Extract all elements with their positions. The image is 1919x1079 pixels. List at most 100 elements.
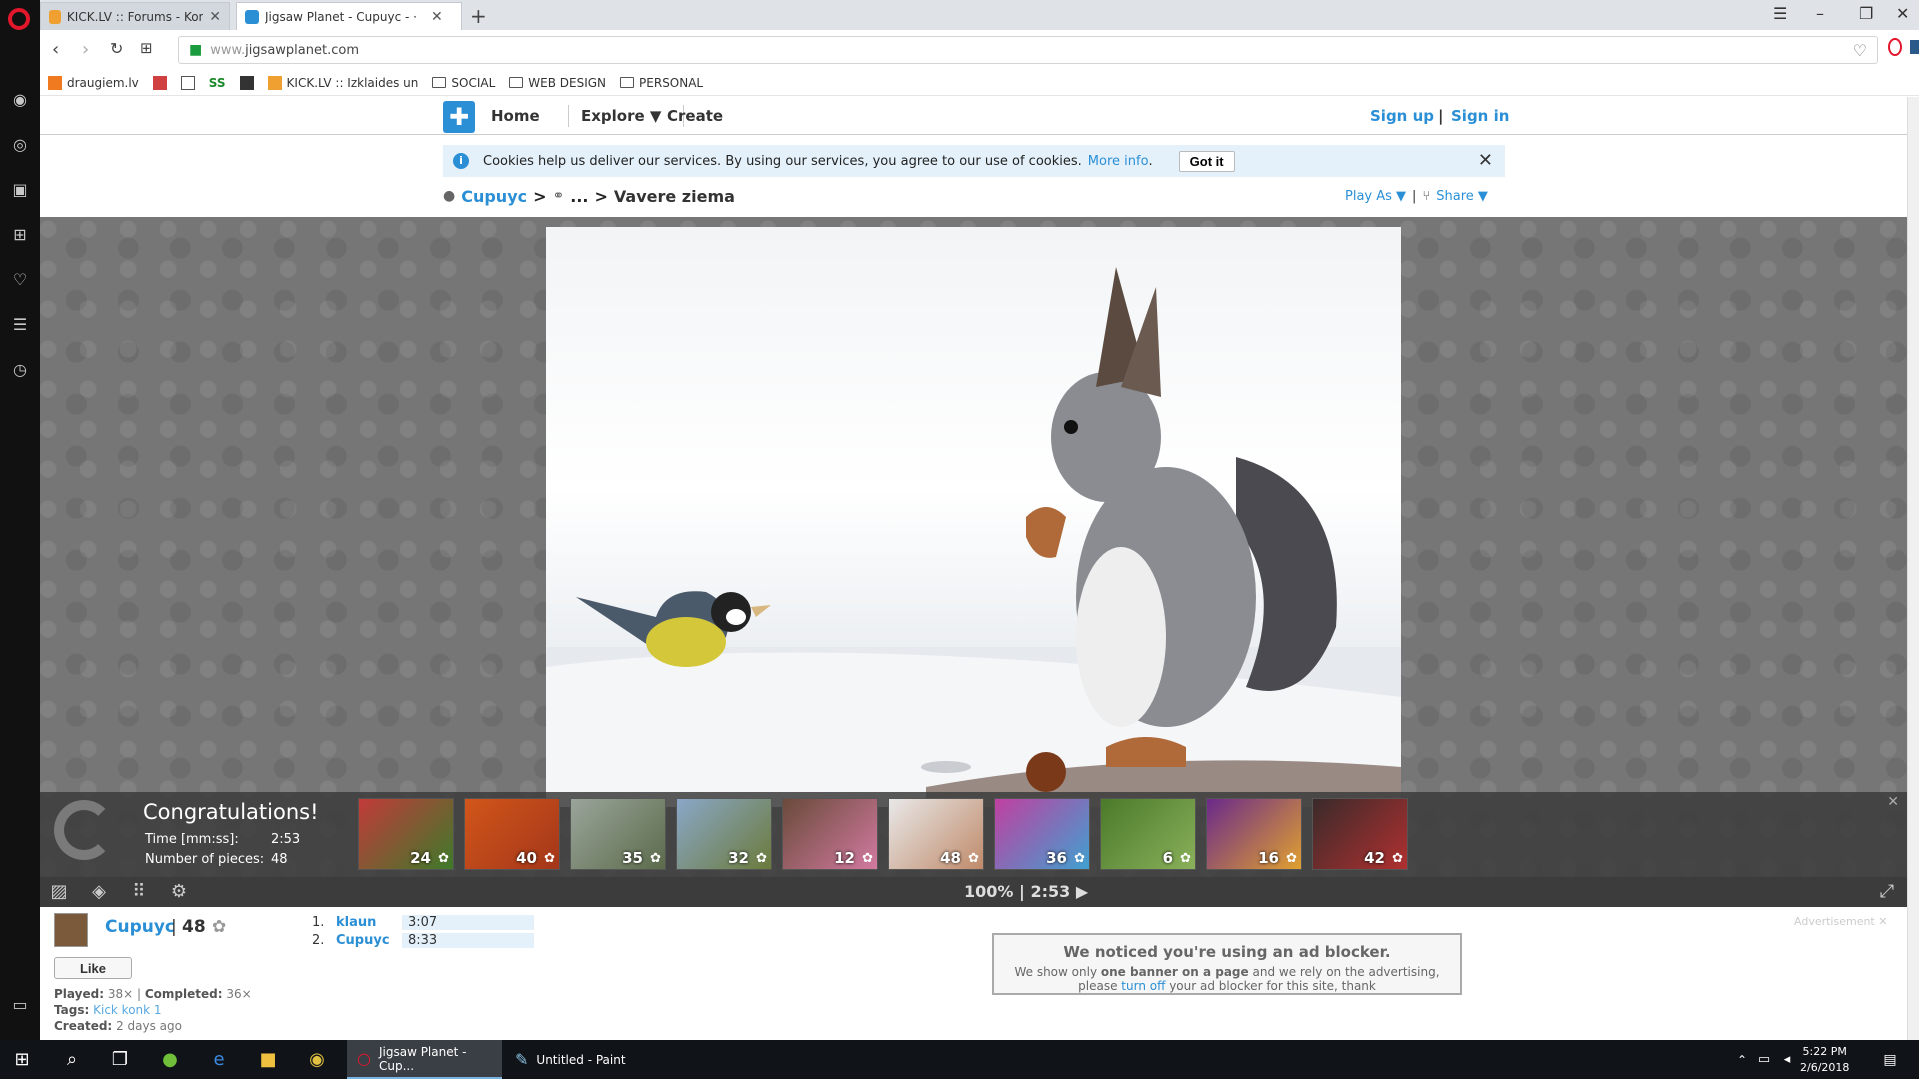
bookmark-ss[interactable]: SS (209, 76, 226, 90)
puzzle-favicon-icon (152, 75, 167, 90)
puzzle-piece-icon: ✿ (968, 851, 979, 866)
play-as-dropdown[interactable]: Play As ▼ (1345, 189, 1406, 204)
owner-link[interactable]: Cupuyc (105, 917, 175, 937)
puzzle-piece-icon: ✿ (650, 851, 661, 866)
url-field[interactable]: ■ www. jigsawplanet.com ♡ (178, 36, 1878, 64)
bookmark-bank[interactable] (239, 75, 254, 90)
windows-start-icon[interactable]: ⊞ (10, 1048, 34, 1072)
bookmark-puzzle[interactable] (152, 75, 167, 90)
fullscreen-icon[interactable]: ⤢ (1876, 881, 1898, 903)
got-it-button[interactable]: Got it (1178, 150, 1235, 172)
puzzle-piece-icon: ✿ (438, 851, 449, 866)
close-icon[interactable]: ✕ (209, 9, 221, 25)
bookmark-folder-web-design[interactable]: WEB DESIGN (509, 76, 606, 90)
suggested-puzzle-thumb[interactable]: 35 ✿ (570, 798, 666, 870)
forward-button[interactable]: › (82, 39, 89, 60)
breadcrumb-user-link[interactable]: Cupuyc (461, 187, 527, 206)
history-icon[interactable]: ◷ (10, 360, 30, 380)
reload-button[interactable]: ↻ (110, 39, 123, 58)
image-preview-icon[interactable]: ▨ (48, 881, 70, 903)
camera-icon[interactable]: ▣ (10, 180, 30, 200)
messenger-icon[interactable]: ◉ (10, 90, 30, 110)
suggested-puzzle-thumb[interactable]: 48 ✿ (888, 798, 984, 870)
opera-extension-icon[interactable] (1888, 38, 1902, 56)
volume-icon[interactable]: ◂ (1775, 1048, 1799, 1072)
ghost-image-icon[interactable]: ◈ (88, 881, 110, 903)
search-icon[interactable]: ⌕ (60, 1048, 84, 1072)
utorrent-icon[interactable]: ● (158, 1048, 182, 1072)
task-view-icon[interactable]: ❐ (108, 1048, 132, 1072)
tab-jigsaw-planet[interactable]: Jigsaw Planet - Cupuyc - · ✕ (236, 2, 462, 30)
nav-create[interactable]: Create (667, 107, 723, 125)
link-icon[interactable]: ⚭ (553, 188, 565, 204)
play-icon[interactable]: ▶ (1076, 882, 1088, 901)
like-button[interactable]: Like (54, 957, 132, 979)
tab-menu-icon[interactable]: ☰ (1773, 4, 1787, 23)
back-button[interactable]: ‹ (52, 39, 59, 60)
speed-dial-icon[interactable]: ⊞ (10, 225, 30, 245)
more-info-link[interactable]: More info (1088, 154, 1149, 169)
turn-off-link[interactable]: turn off (1121, 979, 1165, 993)
opera-logo-icon[interactable] (8, 8, 30, 30)
leaderboard-user-link[interactable]: klaun (336, 915, 402, 930)
close-window-button[interactable]: ✕ (1896, 4, 1909, 23)
tag-link[interactable]: Kick konk 1 (93, 1003, 161, 1017)
avatar[interactable] (54, 913, 88, 947)
arrange-pieces-icon[interactable]: ⠿ (128, 881, 150, 903)
news-icon[interactable]: ☰ (10, 315, 30, 335)
suggested-puzzle-thumb[interactable]: 16 ✿ (1206, 798, 1302, 870)
taskbar-app-paint[interactable]: ✎ Untitled - Paint (505, 1040, 660, 1079)
suggested-puzzle-thumb[interactable]: 36 ✿ (994, 798, 1090, 870)
suggested-puzzle-thumb[interactable]: 24 ✿ (358, 798, 454, 870)
share-icon: ⑂ (1422, 189, 1431, 204)
nav-home[interactable]: Home (491, 107, 540, 125)
whatsapp-icon[interactable]: ◎ (10, 135, 30, 155)
file-explorer-icon[interactable]: ■ (256, 1048, 280, 1072)
settings-gear-icon[interactable]: ⚙ (168, 881, 190, 903)
taskbar-app-opera[interactable]: ○ Jigsaw Planet - Cup... (347, 1040, 502, 1079)
tab-kick-forums[interactable]: KICK.LV :: Forums - Konkur ✕ (40, 2, 230, 30)
show-hidden-icons[interactable]: ⌃ (1730, 1048, 1754, 1072)
sign-in-link[interactable]: Sign in (1451, 107, 1509, 125)
bookmark-folder-personal[interactable]: PERSONAL (620, 76, 703, 90)
opera-icon: ○ (357, 1049, 371, 1068)
pieces-value: 48 (271, 852, 288, 867)
nav-explore[interactable]: Explore ▼ (581, 107, 661, 125)
notifications-icon[interactable]: ▤ (1878, 1048, 1902, 1072)
replay-icon[interactable] (54, 800, 114, 860)
close-icon[interactable]: ✕ (1887, 794, 1899, 810)
jigsaw-planet-logo-icon[interactable]: ✚ (443, 101, 475, 133)
restore-button[interactable]: ❐ (1859, 4, 1873, 23)
new-tab-button[interactable]: + (470, 4, 487, 28)
suggested-puzzle-thumb[interactable]: 32 ✿ (676, 798, 772, 870)
leaderboard-user-link[interactable]: Cupuyc (336, 933, 402, 948)
bookmark-heart-icon[interactable]: ♡ (1853, 41, 1867, 60)
puzzle-board[interactable]: Congratulations! Time [mm:ss]: 2:53 Numb… (40, 217, 1907, 907)
suggested-puzzle-thumb[interactable]: 12 ✿ (782, 798, 878, 870)
puzzle-piece-icon: ✿ (1180, 851, 1191, 866)
share-dropdown[interactable]: Share ▼ (1436, 189, 1488, 204)
breadcrumb-ellipsis[interactable]: ... (570, 187, 588, 206)
minimize-button[interactable]: – (1816, 4, 1824, 23)
suggested-puzzle-thumb[interactable]: 6 ✿ (1100, 798, 1196, 870)
bookmark-kick[interactable]: KICK.LV :: Izklaides un (267, 75, 418, 90)
sign-up-link[interactable]: Sign up (1370, 107, 1434, 125)
close-icon[interactable]: ✕ (1478, 150, 1493, 171)
site-header: ✚ Home Explore ▼ Create Sign up | Sign i… (40, 97, 1907, 135)
suggested-puzzle-thumb[interactable]: 42 ✿ (1312, 798, 1408, 870)
suggested-puzzle-thumb[interactable]: 40 ✿ (464, 798, 560, 870)
tabs-grid-button[interactable]: ⊞ (140, 39, 153, 57)
thumb-piece-count: 12 (834, 849, 855, 867)
heart-icon[interactable]: ♡ (10, 270, 30, 290)
bookmark-draugiem[interactable]: draugiem.lv (48, 75, 139, 90)
network-icon[interactable]: ▭ (1752, 1048, 1776, 1072)
close-icon[interactable]: ✕ (431, 9, 443, 25)
page-scrollbar[interactable] (1907, 97, 1919, 1040)
edge-icon[interactable]: e (207, 1048, 231, 1072)
bookmark-doc[interactable] (180, 75, 195, 90)
system-clock[interactable]: 5:22 PM 2/6/2018 (1800, 1044, 1849, 1076)
chrome-icon[interactable]: ◉ (305, 1048, 329, 1072)
sidebar-toggle-icon[interactable]: ▭ (10, 995, 30, 1015)
extension-icon[interactable] (1910, 40, 1919, 54)
bookmark-folder-social[interactable]: SOCIAL (432, 76, 495, 90)
